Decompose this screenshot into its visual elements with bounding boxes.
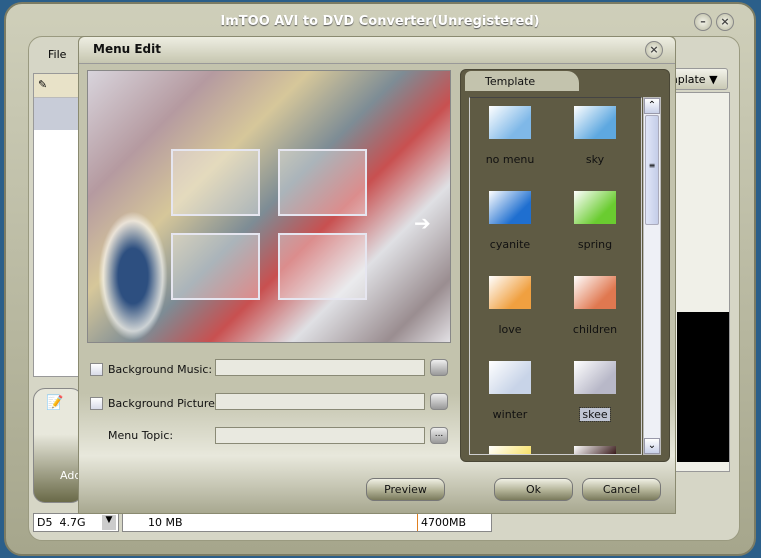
disc-size: 4.7G bbox=[59, 516, 86, 529]
template-thumbnail bbox=[489, 106, 531, 139]
chevron-down-icon: ▼ bbox=[709, 73, 718, 86]
template-label: children bbox=[572, 323, 618, 336]
template-thumbnail bbox=[489, 276, 531, 309]
menu-edit-dialog: Menu Edit × ➔ Background Music: Backgrou… bbox=[78, 36, 676, 514]
menu-preview: ➔ bbox=[87, 70, 451, 343]
menu-topic-browse[interactable]: ... bbox=[430, 427, 448, 444]
template-label: spring bbox=[577, 238, 613, 251]
template-item-no-menu[interactable]: no menu bbox=[470, 98, 550, 183]
template-grid: no menu sky cyanite spring love children winte… bbox=[469, 97, 642, 455]
dialog-title-bar bbox=[79, 37, 675, 64]
template-thumbnail bbox=[574, 361, 616, 394]
menu-file[interactable]: File bbox=[48, 48, 66, 61]
template-label: cyanite bbox=[489, 238, 531, 251]
chevron-down-icon: ▼ bbox=[102, 515, 116, 530]
background-music-checkbox[interactable] bbox=[90, 363, 103, 376]
template-item-skee[interactable]: skee bbox=[555, 353, 635, 438]
template-label: sky bbox=[585, 153, 605, 166]
file-list[interactable]: ✎ bbox=[33, 73, 83, 377]
template-scrollbar[interactable]: ⌃ ≡ ⌄ bbox=[643, 97, 661, 455]
template-panel: Template no menu sky cyanite spring love chil… bbox=[460, 69, 670, 462]
next-arrow-icon[interactable]: ➔ bbox=[414, 211, 431, 235]
scroll-up-arrow[interactable]: ⌃ bbox=[644, 98, 660, 114]
template-item-love[interactable]: love bbox=[470, 268, 550, 353]
used-size: 10 MB bbox=[148, 516, 183, 529]
menu-slot bbox=[171, 233, 260, 300]
scroll-down-arrow[interactable]: ⌄ bbox=[644, 438, 660, 454]
background-music-label: Background Music: bbox=[108, 363, 213, 376]
menu-topic-label: Menu Topic: bbox=[108, 429, 174, 442]
table-row[interactable] bbox=[34, 98, 82, 130]
background-picture-checkbox[interactable] bbox=[90, 397, 103, 410]
template-thumbnail bbox=[489, 361, 531, 394]
template-thumbnail bbox=[574, 276, 616, 309]
pencil-icon: ✎ bbox=[34, 74, 82, 98]
close-button[interactable]: × bbox=[716, 13, 734, 31]
main-window-title: ImTOO AVI to DVD Converter(Unregistered) bbox=[220, 14, 540, 29]
capacity-size: 4700MB bbox=[417, 514, 466, 531]
background-picture-label: Background Picture: bbox=[108, 397, 219, 410]
preview-button[interactable]: Preview bbox=[366, 478, 445, 501]
background-picture-browse[interactable] bbox=[430, 393, 448, 410]
menu-slot bbox=[278, 149, 367, 216]
template-item-sky[interactable]: sky bbox=[555, 98, 635, 183]
template-label: winter bbox=[492, 408, 528, 421]
background-music-browse[interactable] bbox=[430, 359, 448, 376]
template-label: skee bbox=[579, 407, 611, 422]
video-preview bbox=[677, 312, 729, 462]
ok-button[interactable]: Ok bbox=[494, 478, 573, 501]
background-picture-field[interactable] bbox=[215, 393, 425, 410]
tab-template[interactable]: Template bbox=[465, 71, 579, 91]
template-item-more[interactable] bbox=[470, 438, 550, 454]
template-thumbnail bbox=[489, 446, 531, 454]
add-panel: 📝 Add bbox=[33, 388, 83, 503]
disc-usage-bar: 10 MB 4700MB bbox=[122, 513, 492, 532]
template-item-cyanite[interactable]: cyanite bbox=[470, 183, 550, 268]
dialog-close-button[interactable]: × bbox=[645, 41, 663, 59]
minimize-button[interactable]: – bbox=[694, 13, 712, 31]
edit-icon: 📝 bbox=[46, 395, 64, 411]
background-music-field[interactable] bbox=[215, 359, 425, 376]
template-thumbnail bbox=[489, 191, 531, 224]
template-thumbnail bbox=[574, 106, 616, 139]
disc-type-select[interactable]: D5 4.7G ▼ bbox=[33, 513, 119, 532]
snowboarder-image bbox=[98, 211, 168, 341]
template-item-more[interactable] bbox=[555, 438, 635, 454]
template-item-spring[interactable]: spring bbox=[555, 183, 635, 268]
cancel-button[interactable]: Cancel bbox=[582, 478, 661, 501]
scroll-thumb[interactable]: ≡ bbox=[645, 115, 659, 225]
menu-topic-field[interactable] bbox=[215, 427, 425, 444]
template-label: no menu bbox=[485, 153, 535, 166]
menu-slot bbox=[278, 233, 367, 300]
menu-slot bbox=[171, 149, 260, 216]
template-item-children[interactable]: children bbox=[555, 268, 635, 353]
template-item-winter[interactable]: winter bbox=[470, 353, 550, 438]
template-label: love bbox=[498, 323, 522, 336]
dialog-title: Menu Edit bbox=[93, 42, 161, 56]
template-thumbnail bbox=[574, 446, 616, 454]
disc-type: D5 bbox=[37, 516, 53, 529]
template-thumbnail bbox=[574, 191, 616, 224]
